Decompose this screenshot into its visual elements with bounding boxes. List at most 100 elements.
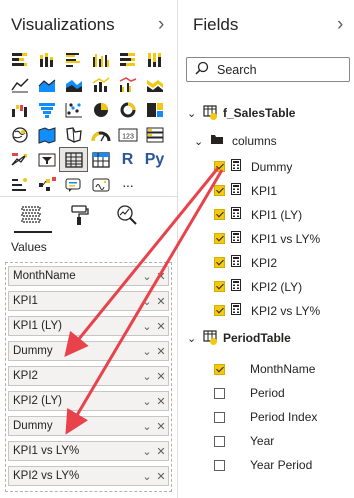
slicer-icon[interactable] [33, 148, 60, 171]
chevron-down-icon[interactable]: ⌄ [140, 395, 154, 408]
field-checkbox[interactable] [214, 257, 225, 268]
pie-chart-icon[interactable] [87, 98, 114, 121]
stacked-area-chart-icon[interactable] [60, 73, 87, 96]
gauge-icon[interactable] [87, 123, 114, 146]
decomposition-tree-icon[interactable] [33, 173, 60, 196]
values-well-item[interactable]: Dummy ⌄ ✕ [8, 341, 169, 361]
values-well-item[interactable]: KPI1 vs LY% ⌄ ✕ [8, 441, 169, 461]
clustered-bar-chart-icon[interactable] [60, 48, 87, 71]
funnel-chart-icon[interactable] [33, 98, 60, 121]
smart-narrative-icon[interactable] [87, 173, 114, 196]
qa-visual-icon[interactable] [60, 173, 87, 196]
field-row[interactable]: Dummy [214, 159, 292, 174]
field-row[interactable]: Period [214, 386, 285, 400]
field-row[interactable]: MonthName [214, 362, 315, 376]
table-icon[interactable] [59, 147, 88, 172]
table-name: f_SalesTable [223, 106, 296, 120]
waterfall-chart-icon[interactable] [6, 98, 33, 121]
close-icon[interactable]: ✕ [154, 395, 168, 408]
treemap-icon[interactable] [141, 98, 168, 121]
line-chart-icon[interactable] [6, 73, 33, 96]
kpi-icon[interactable] [6, 148, 33, 171]
search-input[interactable]: Search [186, 57, 350, 82]
fields-well-icon[interactable] [18, 202, 44, 228]
python-visual-icon[interactable]: Py [141, 148, 168, 171]
chevron-down-icon[interactable]: ⌄ [140, 420, 154, 433]
close-icon[interactable]: ✕ [154, 345, 168, 358]
field-checkbox[interactable] [214, 161, 225, 172]
key-influencers-icon[interactable] [6, 173, 33, 196]
close-icon[interactable]: ✕ [154, 370, 168, 383]
multi-row-card-icon[interactable] [141, 123, 168, 146]
chevron-right-icon[interactable]: › [158, 14, 164, 36]
area-chart-icon[interactable] [33, 73, 60, 96]
values-well-item[interactable]: MonthName ⌄ ✕ [8, 266, 169, 286]
values-well-item[interactable]: KPI2 ⌄ ✕ [8, 366, 169, 386]
field-row[interactable]: KPI1 vs LY% [214, 231, 320, 246]
scatter-chart-icon[interactable] [60, 98, 87, 121]
chevron-down-icon[interactable]: ⌄ [140, 370, 154, 383]
field-checkbox[interactable] [214, 363, 225, 375]
100pct-stacked-column-icon[interactable] [141, 48, 168, 71]
100pct-stacked-bar-icon[interactable] [114, 48, 141, 71]
clustered-column-chart-icon[interactable] [87, 48, 114, 71]
values-well-item[interactable]: KPI1 ⌄ ✕ [8, 291, 169, 311]
field-row[interactable]: KPI2 [214, 255, 277, 270]
stacked-column-chart-icon[interactable] [33, 48, 60, 71]
card-icon[interactable]: 123 [114, 123, 141, 146]
chevron-down-icon[interactable]: ⌄ [140, 470, 154, 483]
field-row[interactable]: Period Index [214, 410, 317, 424]
chevron-down-icon[interactable]: ⌄ [140, 320, 154, 333]
chevron-down-icon[interactable]: ⌄ [140, 445, 154, 458]
analytics-magnifier-icon[interactable] [114, 202, 140, 228]
field-checkbox[interactable] [214, 411, 225, 423]
ribbon-chart-icon[interactable] [141, 73, 168, 96]
field-checkbox[interactable] [214, 209, 225, 220]
field-checkbox[interactable] [214, 435, 225, 447]
close-icon[interactable]: ✕ [154, 445, 168, 458]
donut-chart-icon[interactable] [114, 98, 141, 121]
format-paint-roller-icon[interactable] [66, 202, 92, 228]
field-checkbox[interactable] [214, 233, 225, 244]
chevron-down-icon[interactable]: ⌄ [187, 107, 201, 120]
folder-row-columns[interactable]: ⌄ columns [194, 134, 277, 148]
field-checkbox[interactable] [214, 185, 225, 196]
field-row[interactable]: KPI2 (LY) [214, 279, 302, 294]
field-checkbox[interactable] [214, 281, 225, 292]
field-row[interactable]: KPI2 vs LY% [214, 303, 320, 318]
more-visuals-icon[interactable]: ··· [114, 173, 141, 196]
chevron-right-icon[interactable]: › [337, 14, 343, 36]
chevron-down-icon[interactable]: ⌄ [140, 345, 154, 358]
close-icon[interactable]: ✕ [154, 320, 168, 333]
table-row-periodtable[interactable]: ⌄ PeriodTable [187, 330, 291, 346]
field-checkbox[interactable] [214, 459, 225, 471]
close-icon[interactable]: ✕ [154, 295, 168, 308]
chevron-down-icon[interactable]: ⌄ [140, 270, 154, 283]
close-icon[interactable]: ✕ [154, 270, 168, 283]
field-row[interactable]: Year [214, 434, 274, 448]
matrix-icon[interactable] [87, 148, 114, 171]
values-well-item[interactable]: KPI2 vs LY% ⌄ ✕ [8, 466, 169, 486]
stacked-bar-chart-icon[interactable] [6, 48, 33, 71]
field-row[interactable]: Year Period [214, 458, 312, 472]
filled-map-icon[interactable] [33, 123, 60, 146]
field-row[interactable]: KPI1 (LY) [214, 207, 302, 222]
values-well-item[interactable]: KPI2 (LY) ⌄ ✕ [8, 391, 169, 411]
values-well-item[interactable]: Dummy ⌄ ✕ [8, 416, 169, 436]
table-row-f-salestable[interactable]: ⌄ f_SalesTable [187, 105, 295, 121]
field-checkbox[interactable] [214, 305, 225, 316]
field-checkbox[interactable] [214, 387, 225, 399]
line-and-clustered-column-icon[interactable] [114, 73, 141, 96]
field-row[interactable]: KPI1 [214, 183, 277, 198]
chevron-down-icon[interactable]: ⌄ [187, 332, 201, 345]
map-icon[interactable] [6, 123, 33, 146]
close-icon[interactable]: ✕ [154, 470, 168, 483]
r-script-visual-icon[interactable]: R [114, 148, 141, 171]
shape-map-icon[interactable] [60, 123, 87, 146]
close-icon[interactable]: ✕ [154, 420, 168, 433]
chevron-down-icon[interactable]: ⌄ [194, 135, 208, 148]
values-well-item[interactable]: KPI1 (LY) ⌄ ✕ [8, 316, 169, 336]
chevron-down-icon[interactable]: ⌄ [140, 295, 154, 308]
values-well[interactable]: MonthName ⌄ ✕ KPI1 ⌄ ✕ KPI1 (LY) ⌄ ✕ Dummy ⌄ ✕ KPI2 ⌄… [5, 262, 172, 492]
line-and-column-chart-icon[interactable] [87, 73, 114, 96]
